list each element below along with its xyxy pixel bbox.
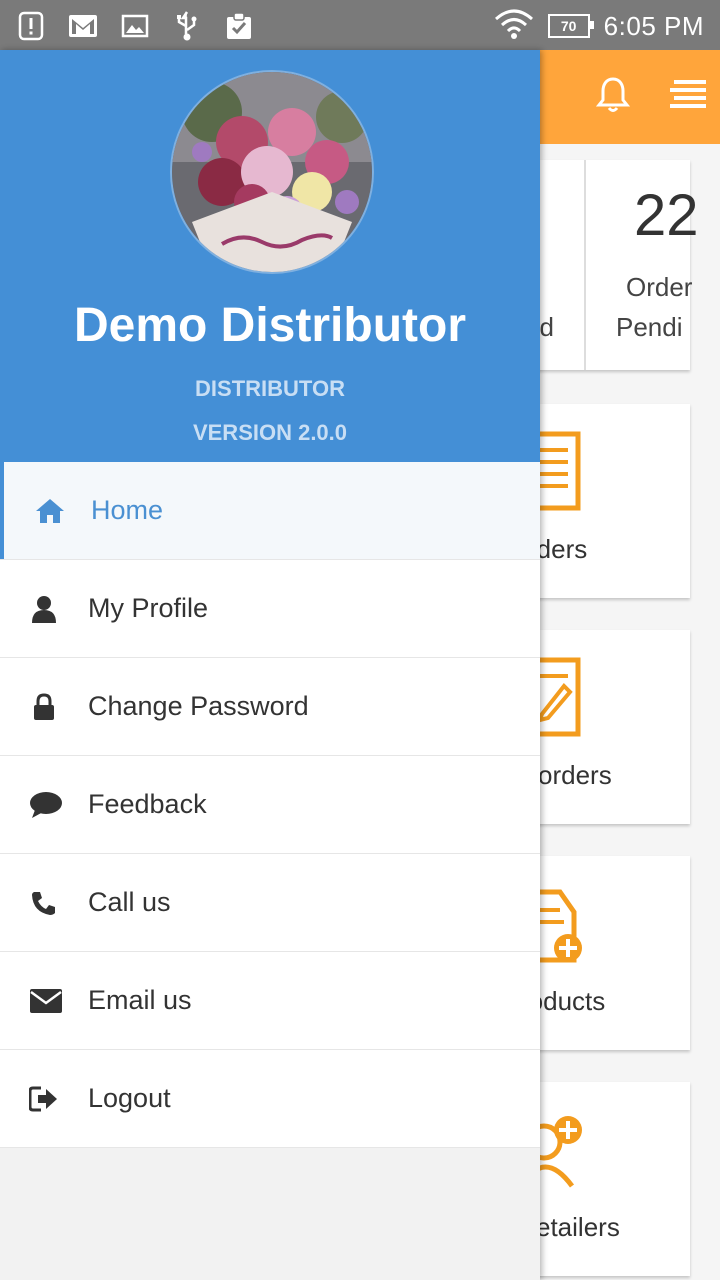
menu-item-my-profile[interactable]: My Profile — [0, 560, 540, 658]
menu-item-label: Change Password — [88, 691, 309, 721]
menu-item-call-us[interactable]: Call us — [0, 854, 540, 952]
menu-item-label: My Profile — [88, 593, 209, 623]
battery-indicator: 70 — [547, 14, 594, 38]
status-bar: 70 6:05 PM — [0, 0, 720, 50]
menu-item-label: Feedback — [88, 789, 207, 819]
user-name: Demo Distributor — [73, 299, 466, 352]
user-role: DISTRIBUTOR — [195, 376, 345, 401]
wifi-icon — [494, 8, 534, 45]
menu-item-feedback[interactable]: Feedback — [0, 756, 540, 854]
menu-item-label: Logout — [88, 1083, 171, 1113]
usb-icon — [172, 11, 202, 41]
avatar[interactable] — [170, 70, 374, 274]
app-version: VERSION 2.0.0 — [192, 420, 348, 445]
clipboard-check-icon — [224, 11, 254, 41]
menu-item-change-password[interactable]: Change Password — [0, 658, 540, 756]
menu-item-label: Home — [91, 495, 164, 525]
phone-icon — [28, 887, 60, 919]
drawer-menu: Home My Profile Change Password Feedback… — [0, 462, 540, 1148]
menu-item-label: Call us — [88, 887, 171, 917]
battery-level: 70 — [560, 18, 577, 34]
image-icon — [120, 11, 150, 41]
home-icon — [34, 495, 66, 527]
user-icon — [28, 593, 60, 625]
drawer-header: Demo Distributor DISTRIBUTOR VERSION 2.0… — [0, 50, 540, 462]
drawer-scrim[interactable] — [540, 50, 720, 1280]
alert-notification-icon — [16, 11, 46, 41]
sign-out-icon — [28, 1083, 60, 1115]
comment-icon — [28, 789, 64, 821]
navigation-drawer: Demo Distributor DISTRIBUTOR VERSION 2.0… — [0, 50, 540, 1280]
menu-item-label: Email us — [88, 985, 192, 1015]
gmail-icon — [68, 11, 98, 41]
menu-item-logout[interactable]: Logout — [0, 1050, 540, 1148]
clock: 6:05 PM — [603, 10, 704, 41]
lock-icon — [28, 691, 60, 723]
envelope-icon — [28, 985, 64, 1017]
menu-item-home[interactable]: Home — [0, 462, 540, 560]
menu-item-email-us[interactable]: Email us — [0, 952, 540, 1050]
